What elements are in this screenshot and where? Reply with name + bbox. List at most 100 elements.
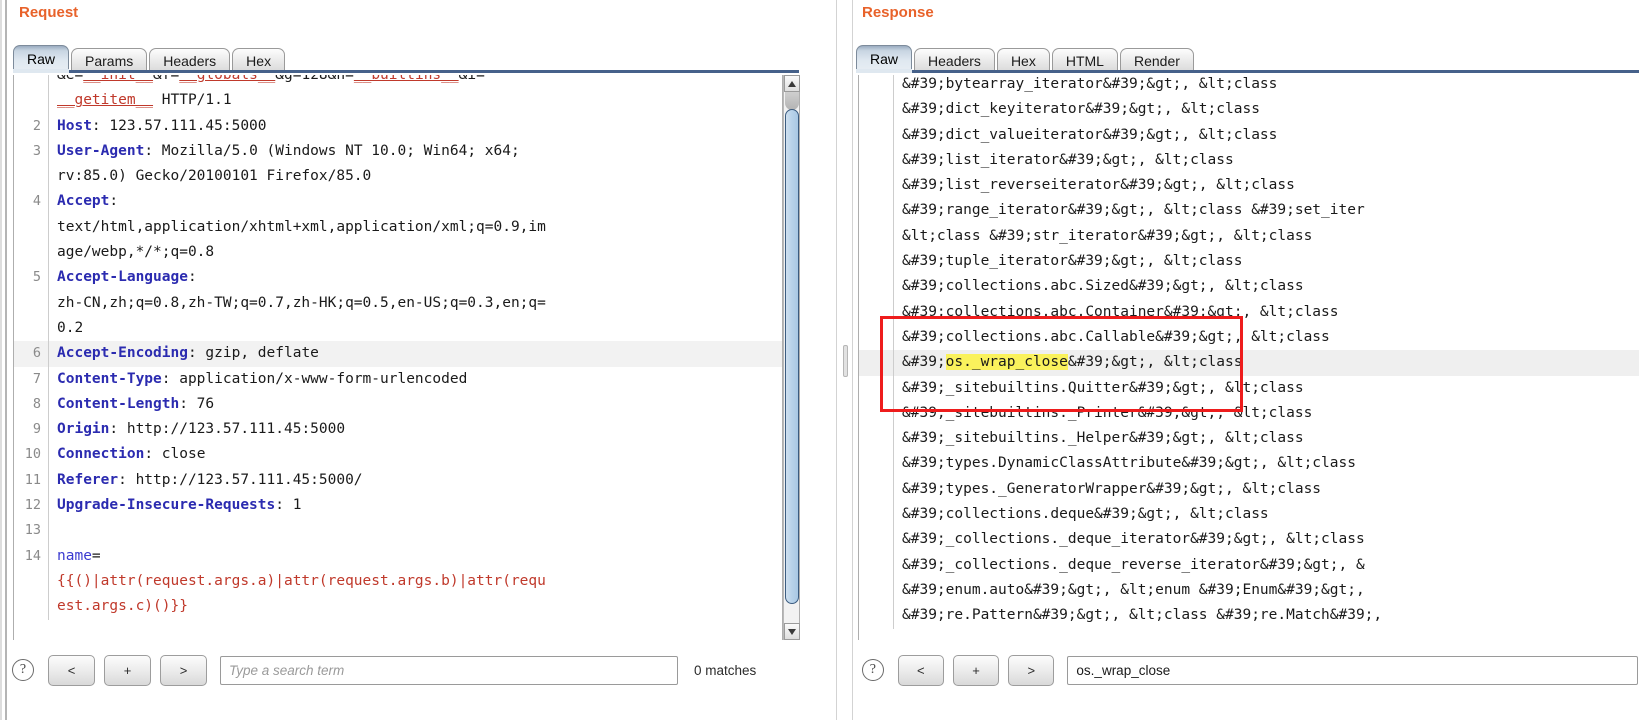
gutter-separator <box>48 543 49 569</box>
search-next-button[interactable]: > <box>1008 654 1055 686</box>
line-number: 5 <box>32 269 41 286</box>
request-line: 13 <box>14 518 782 544</box>
gutter-separator <box>893 274 894 300</box>
gutter-separator <box>48 442 49 468</box>
request-line: age/webp,*/*;q=0.8 <box>14 240 782 266</box>
gutter-separator <box>48 113 49 139</box>
request-tab-raw[interactable]: Raw <box>13 45 70 72</box>
line-text: Upgrade-Insecure-Requests: 1 <box>48 493 782 518</box>
request-line: 0.2 <box>14 315 782 342</box>
line-number: 13 <box>24 522 41 539</box>
code-segment: &#39; <box>902 354 946 371</box>
gutter-separator <box>893 603 894 629</box>
line-text: User-Agent: Mozilla/5.0 (Windows NT 10.0… <box>48 139 782 164</box>
code-segment: &#39;range_iterator&#39;&gt;, &lt;class … <box>902 202 1365 219</box>
scrollbar-thumb[interactable] <box>785 109 799 604</box>
line-number: 8 <box>32 395 41 412</box>
line-text: Accept-Encoding: gzip, deflate <box>48 341 782 366</box>
gutter-separator <box>893 426 894 452</box>
line-text: &#39;os._wrap_close&#39;&gt;, &lt;class <box>893 350 1639 375</box>
code-segment: Origin <box>57 421 110 438</box>
response-line: &#39;types.DynamicClassAttribute&#39;&gt… <box>859 451 1639 477</box>
response-line: &#39;collections.abc.Callable&#39;&gt;, … <box>859 324 1639 351</box>
request-editor[interactable]: &e=__init__&f=__globals__&g=128&h=__buil… <box>13 75 783 640</box>
gutter-separator <box>893 476 894 503</box>
code-segment: &lt;class &#39;str_iterator&#39;&gt;, &l… <box>902 227 1313 244</box>
line-text: Content-Type: application/x-www-form-url… <box>48 367 782 392</box>
response-line: &#39;collections.abc.Sized&#39;&gt;, &lt… <box>859 274 1639 300</box>
code-segment: : close <box>144 446 206 463</box>
help-icon[interactable]: ? <box>862 659 884 681</box>
selected-tab-notch <box>13 69 70 73</box>
code-segment: Accept <box>57 193 110 210</box>
response-line: &#39;list_reverseiterator&#39;&gt;, &lt;… <box>859 173 1639 199</box>
line-text: age/webp,*/*;q=0.8 <box>48 240 782 265</box>
gutter-separator <box>48 341 49 367</box>
gutter-separator <box>48 493 49 519</box>
line-text: Referer: http://123.57.111.45:5000/ <box>48 468 782 493</box>
search-next-button[interactable]: > <box>160 654 207 686</box>
help-icon[interactable]: ? <box>12 659 34 681</box>
gutter-separator <box>893 249 894 275</box>
line-text: Accept-Language: <box>48 265 782 290</box>
code-segment: = <box>91 547 101 564</box>
search-prev-button[interactable]: < <box>897 654 944 686</box>
line-text: &#39;range_iterator&#39;&gt;, &lt;class … <box>893 198 1639 223</box>
gutter-separator <box>893 122 894 148</box>
gutter-separator <box>893 527 894 553</box>
splitter-grip-handle[interactable] <box>843 345 848 377</box>
scroll-up-button[interactable] <box>784 75 800 92</box>
response-line: &#39;range_iterator&#39;&gt;, &lt;class … <box>859 198 1639 224</box>
code-segment: Accept-Language <box>57 269 188 286</box>
line-text: zh-CN,zh;q=0.8,zh-TW;q=0.7,zh-HK;q=0.5,e… <box>48 291 782 316</box>
line-text: &#39;list_reverseiterator&#39;&gt;, &lt;… <box>893 173 1639 198</box>
code-segment: __builtins__ <box>353 75 459 83</box>
request-vertical-scrollbar[interactable] <box>783 75 800 640</box>
request-line: 5 Accept-Language: <box>14 265 782 291</box>
response-line: &#39;list_iterator&#39;&gt;, &lt;class <box>859 147 1639 174</box>
gutter-separator <box>48 391 49 418</box>
scrollbar-track-upper[interactable] <box>785 92 799 110</box>
request-line: 10 Connection: close <box>14 442 782 468</box>
code-segment: &#39;types.DynamicClassAttribute&#39;&gt… <box>902 455 1356 472</box>
gutter-separator <box>48 518 49 544</box>
line-text: Host: 123.57.111.45:5000 <box>48 114 782 139</box>
line-text: &#39;collections.abc.Sized&#39;&gt;, &lt… <box>893 274 1639 299</box>
search-add-button[interactable]: + <box>952 654 1000 686</box>
code-segment: &i= <box>458 75 485 83</box>
panel-splitter[interactable] <box>836 0 853 720</box>
code-segment: text/html,application/xhtml+xml,applicat… <box>57 218 546 235</box>
request-line: 11 Referer: http://123.57.111.45:5000/ <box>14 467 782 494</box>
scroll-down-button[interactable] <box>784 623 800 640</box>
gutter-separator <box>893 75 894 98</box>
response-code-lines: &#39;bytearray_iterator&#39;&gt;, &lt;cl… <box>859 75 1639 629</box>
search-add-button[interactable]: + <box>104 654 151 686</box>
gutter-separator <box>48 290 49 316</box>
line-text: name= <box>48 544 782 569</box>
response-tab-raw[interactable]: Raw <box>856 45 913 72</box>
gutter-separator <box>893 577 894 604</box>
response-search-bar: ? < + > os._wrap_close <box>858 642 1638 698</box>
line-text: &#39;_sitebuiltins._Helper&#39;&gt;, &lt… <box>893 426 1639 451</box>
request-line: 4 Accept: <box>14 189 782 215</box>
response-line: &#39;_collections._deque_reverse_iterato… <box>859 552 1639 578</box>
code-segment: : <box>109 193 119 210</box>
gutter-separator <box>48 164 49 190</box>
line-text: &#39;list_iterator&#39;&gt;, &lt;class <box>893 148 1639 173</box>
request-match-count: 0 matches <box>694 662 757 678</box>
code-segment: name <box>57 547 92 564</box>
gutter-separator <box>893 375 894 401</box>
response-search-input[interactable]: os._wrap_close <box>1067 655 1638 685</box>
request-search-input[interactable]: Type a search term <box>220 655 678 685</box>
line-text: &lt;class &#39;str_iterator&#39;&gt;, &l… <box>893 224 1639 249</box>
line-text: 0.2 <box>48 316 782 341</box>
search-prev-button[interactable]: < <box>48 654 95 686</box>
request-panel-title: Request <box>19 4 79 21</box>
line-text: &#39;collections.deque&#39;&gt;, &lt;cla… <box>893 502 1639 527</box>
gutter-separator <box>48 214 49 241</box>
response-line: &#39;_sitebuiltins._Printer&#39;&gt;, &l… <box>859 400 1639 427</box>
response-editor[interactable]: &#39;bytearray_iterator&#39;&gt;, &lt;cl… <box>858 75 1639 640</box>
request-search-bar: ? < + > Type a search term 0 matches <box>8 642 798 698</box>
code-segment: &f= <box>153 75 180 83</box>
response-panel-title: Response <box>862 4 934 21</box>
